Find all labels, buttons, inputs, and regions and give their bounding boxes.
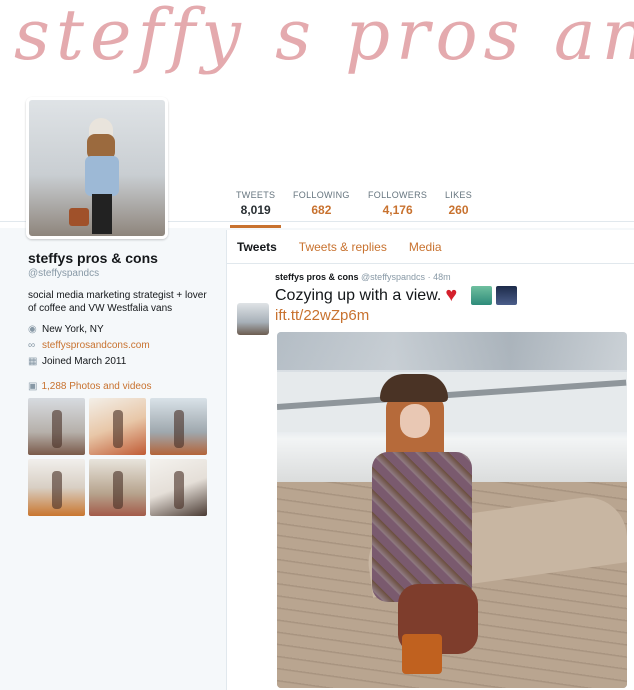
profile-sidebar: steffys pros & cons @steffyspandcs socia… bbox=[28, 250, 213, 516]
tweet-photo[interactable] bbox=[277, 332, 627, 688]
profile-page: steffy s pros and TWEETS 8,019 FOLLOWING… bbox=[0, 0, 634, 690]
tab-tweets-and-replies[interactable]: Tweets & replies bbox=[299, 240, 387, 254]
banner-handwriting: steffy s pros and bbox=[14, 0, 634, 76]
stat-likes[interactable]: LIKES 260 bbox=[445, 190, 472, 217]
stat-tweets-value: 8,019 bbox=[240, 203, 271, 217]
stat-following-value: 682 bbox=[311, 203, 332, 217]
tweet-author-handle[interactable]: @steffyspandcs bbox=[361, 272, 425, 282]
profile-joined: ▦ Joined March 2011 bbox=[28, 356, 213, 367]
tweet-header: steffys pros & cons @steffyspandcs · 48m bbox=[275, 272, 634, 282]
tweet-text: Cozying up with a view. ♥ bbox=[275, 284, 634, 306]
profile-location: ◉ New York, NY bbox=[28, 324, 213, 335]
heart-emoji-icon: ♥ bbox=[445, 284, 458, 306]
photo-person bbox=[372, 374, 482, 674]
tweet[interactable]: steffys pros & cons @steffyspandcs · 48m… bbox=[227, 264, 634, 335]
timeline: Tweets Tweets & replies Media steffys pr… bbox=[226, 230, 634, 690]
stat-likes-value: 260 bbox=[448, 203, 469, 217]
stat-followers-value: 4,176 bbox=[382, 203, 413, 217]
photo-thumbnails bbox=[28, 398, 213, 516]
location-pin-icon: ◉ bbox=[28, 324, 37, 335]
stat-tweets-label: TWEETS bbox=[236, 190, 276, 200]
avatar-person-figure bbox=[69, 118, 119, 234]
stat-following[interactable]: FOLLOWING 682 bbox=[293, 190, 350, 217]
stat-followers[interactable]: FOLLOWERS 4,176 bbox=[368, 190, 427, 217]
stat-followers-label: FOLLOWERS bbox=[368, 190, 428, 200]
photo-thumbnail[interactable] bbox=[28, 459, 85, 516]
profile-handle[interactable]: @steffyspandcs bbox=[28, 268, 213, 279]
profile-joined-text: Joined March 2011 bbox=[42, 356, 127, 367]
profile-website: ∞ steffysprosandcons.com bbox=[28, 340, 213, 351]
stat-tweets[interactable]: TWEETS 8,019 bbox=[229, 190, 282, 228]
calendar-icon: ▦ bbox=[28, 356, 38, 367]
camera-icon: ▣ bbox=[28, 381, 38, 392]
statue-of-liberty-emoji-icon bbox=[471, 286, 493, 305]
photo-thumbnail[interactable] bbox=[89, 398, 146, 455]
tab-tweets[interactable]: Tweets bbox=[237, 240, 277, 254]
tweet-avatar[interactable] bbox=[237, 303, 269, 335]
photo-thumbnail[interactable] bbox=[89, 459, 146, 516]
tab-media[interactable]: Media bbox=[409, 240, 442, 254]
photo-skyline bbox=[277, 332, 627, 370]
tweet-text-body: Cozying up with a view. bbox=[275, 286, 442, 304]
tweet-timestamp[interactable]: · 48m bbox=[428, 272, 451, 282]
stat-likes-label: LIKES bbox=[445, 190, 473, 200]
photo-thumbnail[interactable] bbox=[28, 398, 85, 455]
profile-name[interactable]: steffys pros & cons bbox=[28, 250, 213, 266]
stat-following-label: FOLLOWING bbox=[293, 190, 350, 200]
profile-meta: ◉ New York, NY ∞ steffysprosandcons.com … bbox=[28, 324, 213, 367]
profile-location-text: New York, NY bbox=[42, 324, 104, 335]
tweet-link[interactable]: ift.tt/22wZp6m bbox=[275, 307, 634, 324]
profile-avatar[interactable] bbox=[26, 97, 168, 239]
night-city-emoji-icon bbox=[496, 286, 518, 305]
profile-bio: social media marketing strategist + love… bbox=[28, 290, 207, 314]
link-icon: ∞ bbox=[28, 340, 36, 351]
photo-thumbnail[interactable] bbox=[150, 459, 207, 516]
photos-and-videos-label: 1,288 Photos and videos bbox=[41, 381, 152, 392]
photos-and-videos-link[interactable]: ▣ 1,288 Photos and videos bbox=[28, 381, 213, 392]
timeline-tabs: Tweets Tweets & replies Media bbox=[227, 230, 634, 264]
profile-website-link[interactable]: steffysprosandcons.com bbox=[42, 340, 150, 351]
tweet-author-name[interactable]: steffys pros & cons bbox=[275, 272, 359, 282]
photo-thumbnail[interactable] bbox=[150, 398, 207, 455]
